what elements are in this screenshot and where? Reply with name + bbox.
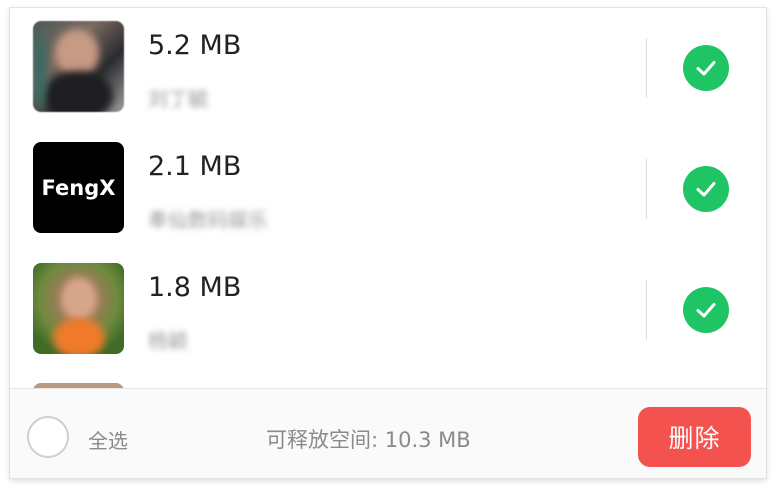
file-owner-name: 刘丁毓 — [148, 87, 208, 111]
thumbnail-image — [33, 21, 124, 112]
list-item[interactable]: 1.8 MB 杨颖 — [10, 250, 766, 370]
file-size: 5.2 MB — [148, 30, 242, 61]
file-list: 5.2 MB 刘丁毓 FengX 2.1 MB 奉仙数码娱乐 1.8 MB 杨颖 — [10, 8, 766, 388]
screenshot-frame: 5.2 MB 刘丁毓 FengX 2.1 MB 奉仙数码娱乐 1.8 MB 杨颖… — [10, 8, 766, 478]
file-owner-name: 杨颖 — [148, 329, 188, 353]
list-item[interactable]: 5.2 MB 刘丁毓 — [10, 8, 766, 128]
file-size: 2.1 MB — [148, 151, 242, 182]
checkmark-icon[interactable] — [683, 45, 729, 91]
checkmark-icon[interactable] — [683, 166, 729, 212]
list-item[interactable]: FengX 2.1 MB 奉仙数码娱乐 — [10, 129, 766, 249]
free-space-text: 可释放空间: 10.3 MB — [266, 428, 471, 452]
bottom-action-bar: 全选 可释放空间: 10.3 MB 删除 — [10, 388, 766, 478]
select-all-label[interactable]: 全选 — [88, 425, 128, 454]
delete-button[interactable]: 删除 — [638, 407, 751, 467]
divider — [646, 38, 647, 98]
radio-circle-icon[interactable] — [27, 416, 69, 458]
divider — [646, 280, 647, 340]
checkmark-icon[interactable] — [683, 287, 729, 333]
file-size: 1.8 MB — [148, 272, 242, 303]
thumbnail-logo: FengX — [33, 142, 124, 233]
file-owner-name: 奉仙数码娱乐 — [148, 208, 268, 232]
divider — [646, 159, 647, 219]
logo-text: FengX — [41, 175, 116, 200]
thumbnail-image — [33, 263, 124, 354]
